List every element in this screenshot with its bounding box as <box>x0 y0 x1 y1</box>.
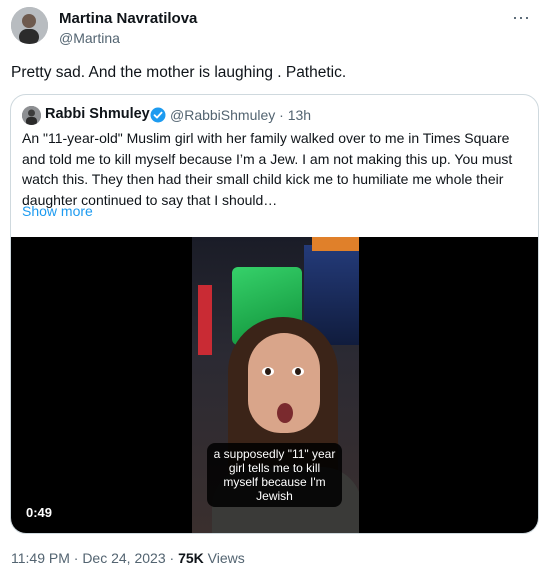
sign-orange <box>312 237 359 251</box>
tweet-author-avatar[interactable] <box>11 7 48 44</box>
tweet-author-name[interactable]: Martina Navratilova <box>59 10 197 27</box>
video-duration-badge: 0:49 <box>21 503 58 522</box>
quoted-author-name[interactable]: Rabbi Shmuley <box>45 106 150 122</box>
tweet-timestamp[interactable]: 11:49 PM · Dec 24, 2023 · <box>11 550 178 566</box>
quoted-author-avatar[interactable] <box>22 106 41 125</box>
more-options-icon[interactable]: ⋯ <box>512 8 531 29</box>
quoted-author-handle-time[interactable]: @RabbiShmuley · 13h <box>170 107 311 123</box>
quoted-tweet-text: An "11-year-old" Muslim girl with her fa… <box>22 130 513 208</box>
tweet-footer: 11:49 PM · Dec 24, 2023 · 75K Views <box>11 550 245 566</box>
video-player[interactable]: a supposedly "11" year girl tells me to … <box>11 237 538 533</box>
mouth <box>277 403 293 423</box>
sign-red <box>198 285 212 355</box>
show-more-link[interactable]: Show more <box>22 203 93 219</box>
face <box>248 333 320 433</box>
left-eye <box>262 367 274 376</box>
video-caption: a supposedly "11" year girl tells me to … <box>207 443 342 507</box>
quoted-tweet-card[interactable]: Rabbi Shmuley @RabbiShmuley · 13h An "11… <box>10 94 539 534</box>
tweet-text: Pretty sad. And the mother is laughing .… <box>11 64 347 81</box>
verified-badge-icon <box>150 107 166 123</box>
right-eye <box>292 367 304 376</box>
views-count: 75K <box>178 550 204 566</box>
video-frame: a supposedly "11" year girl tells me to … <box>192 237 359 533</box>
tweet-author-handle[interactable]: @Martina <box>59 30 120 46</box>
views-label: Views <box>203 550 245 566</box>
